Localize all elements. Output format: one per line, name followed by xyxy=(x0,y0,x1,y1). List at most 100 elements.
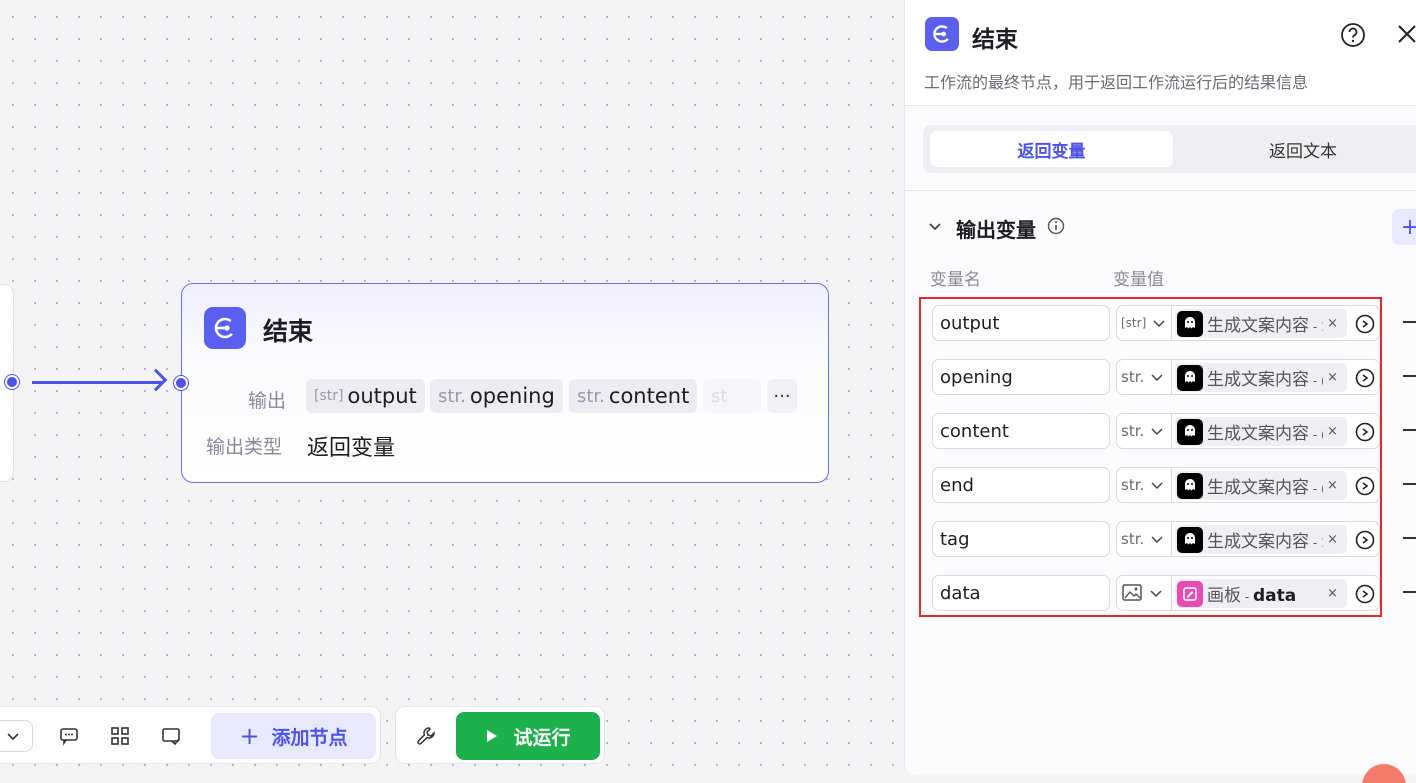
clear-reference-icon[interactable]: × xyxy=(1327,478,1338,493)
zoom-dropdown[interactable] xyxy=(0,720,33,752)
remove-variable-button[interactable] xyxy=(1403,429,1416,431)
more-outputs-button[interactable]: ··· xyxy=(767,379,797,413)
clear-reference-icon[interactable]: × xyxy=(1327,370,1338,385)
clear-reference-icon[interactable]: × xyxy=(1327,532,1338,547)
help-icon[interactable] xyxy=(1340,22,1366,52)
variable-name-input[interactable]: content xyxy=(932,413,1110,449)
variable-value-reference[interactable]: 生成文案内容 - ( × xyxy=(1172,359,1380,395)
variable-picker-icon[interactable] xyxy=(1354,475,1376,501)
variable-value-reference[interactable]: 生成文案内容 - ( × xyxy=(1172,467,1380,503)
chevron-down-icon[interactable] xyxy=(927,218,943,238)
variable-picker-icon[interactable] xyxy=(1354,583,1376,609)
reference-chip: 画板 - data × xyxy=(1175,579,1347,608)
play-icon xyxy=(487,730,498,742)
variable-name-input[interactable]: data xyxy=(932,575,1110,611)
variable-value-reference[interactable]: 生成文案内容 - 1 × xyxy=(1172,521,1380,557)
variable-type-select[interactable]: str. xyxy=(1116,413,1172,449)
variable-value-reference[interactable]: 生成文案内容 - ( × xyxy=(1172,413,1380,449)
ghost-icon xyxy=(1177,526,1203,553)
column-header-name: 变量名 xyxy=(930,270,981,290)
chevron-down-icon xyxy=(1151,482,1163,490)
tab-return-text[interactable]: 返回文本 xyxy=(1183,131,1416,167)
clear-reference-icon[interactable]: × xyxy=(1327,316,1338,331)
comment-icon[interactable] xyxy=(58,725,80,747)
reference-chip: 生成文案内容 - ( × xyxy=(1175,471,1347,500)
variable-row: output [str] 生成文案内容 - 1 × xyxy=(921,299,1416,353)
ghost-icon xyxy=(1177,472,1203,499)
reference-chip: 生成文案内容 - ( × xyxy=(1175,363,1347,392)
chevron-down-icon xyxy=(1153,320,1165,328)
previous-node-output-port[interactable] xyxy=(5,375,19,389)
chevron-down-icon xyxy=(1151,536,1163,544)
chevron-down-icon xyxy=(1150,590,1162,598)
variable-name-input[interactable]: tag xyxy=(932,521,1110,557)
chevron-down-icon xyxy=(1151,374,1163,382)
output-tag-faded: st xyxy=(703,379,761,413)
chevron-down-icon xyxy=(1151,428,1163,436)
end-node-title: 结束 xyxy=(263,317,314,346)
reference-chip: 生成文案内容 - 1 × xyxy=(1175,525,1347,554)
column-header-value: 变量值 xyxy=(1113,270,1164,290)
end-node-icon xyxy=(925,17,959,51)
remove-variable-button[interactable] xyxy=(1403,375,1416,377)
output-tag-opening: str. opening xyxy=(430,379,563,413)
reference-chip: 生成文案内容 - 1 × xyxy=(1175,309,1347,338)
remove-variable-button[interactable] xyxy=(1403,321,1416,323)
close-icon[interactable] xyxy=(1395,22,1416,50)
variable-type-select[interactable]: [str] xyxy=(1116,305,1172,341)
output-type-label: 输出类型 xyxy=(206,436,283,458)
variable-row: opening str. 生成文案内容 - ( × xyxy=(921,353,1416,407)
variable-row: data 画板 - data × xyxy=(921,569,1416,623)
variable-row: tag str. 生成文案内容 - 1 × xyxy=(921,515,1416,569)
output-type-value: 返回变量 xyxy=(307,436,396,461)
add-node-button[interactable]: + 添加节点 xyxy=(211,713,376,759)
clear-reference-icon[interactable]: × xyxy=(1327,586,1338,601)
panel-description: 工作流的最终节点，用于返回工作流运行后的结果信息 xyxy=(924,73,1309,92)
add-variable-button[interactable]: + xyxy=(1392,209,1416,245)
remove-variable-button[interactable] xyxy=(1403,591,1416,593)
ghost-icon xyxy=(1177,364,1203,391)
ghost-icon xyxy=(1177,418,1203,445)
section-title: 输出变量 xyxy=(956,218,1036,242)
output-tag-content: str. content xyxy=(569,379,698,413)
reference-chip: 生成文案内容 - ( × xyxy=(1175,417,1347,446)
plus-icon: + xyxy=(239,722,260,750)
end-node-icon xyxy=(204,307,246,349)
panel-header: 结束 工作流的最终节点，用于返回工作流运行后的结果信息 xyxy=(905,0,1416,106)
panel-title: 结束 xyxy=(972,27,1018,53)
output-tag-output: [str] output xyxy=(306,379,425,413)
output-variable-list: output [str] 生成文案内容 - 1 × xyxy=(919,297,1416,617)
connection-edge[interactable] xyxy=(32,381,162,384)
variable-type-select[interactable]: str. xyxy=(1116,359,1172,395)
output-label: 输出 xyxy=(248,390,287,412)
end-node-input-port[interactable] xyxy=(174,376,188,390)
layout-grid-icon[interactable] xyxy=(109,725,131,747)
variable-type-select[interactable]: str. xyxy=(1116,467,1172,503)
canvas-board-icon xyxy=(1177,580,1203,607)
variable-picker-icon[interactable] xyxy=(1354,529,1376,555)
test-run-button[interactable]: 试运行 xyxy=(456,712,600,760)
variable-type-select[interactable] xyxy=(1116,575,1172,611)
wrench-icon[interactable] xyxy=(415,725,437,747)
variable-value-reference[interactable]: 生成文案内容 - 1 × xyxy=(1172,305,1380,341)
variable-picker-icon[interactable] xyxy=(1354,367,1376,393)
variable-name-input[interactable]: output xyxy=(932,305,1110,341)
node-config-panel: 结束 工作流的最终节点，用于返回工作流运行后的结果信息 返回变量 返回文本 输出… xyxy=(904,0,1416,775)
variable-picker-icon[interactable] xyxy=(1354,313,1376,339)
variable-value-reference[interactable]: 画板 - data × xyxy=(1172,575,1380,611)
remove-variable-button[interactable] xyxy=(1403,537,1416,539)
tab-return-variables[interactable]: 返回变量 xyxy=(930,131,1173,167)
variable-row: end str. 生成文案内容 - ( × xyxy=(921,461,1416,515)
variable-name-input[interactable]: opening xyxy=(932,359,1110,395)
minimap-icon[interactable] xyxy=(160,725,182,747)
chevron-down-icon xyxy=(7,733,19,741)
info-icon[interactable] xyxy=(1047,217,1065,239)
end-node[interactable]: 结束 输出 [str] output str. opening str. con… xyxy=(174,283,829,483)
return-mode-tabs: 返回变量 返回文本 xyxy=(923,125,1416,173)
remove-variable-button[interactable] xyxy=(1403,483,1416,485)
variable-picker-icon[interactable] xyxy=(1354,421,1376,447)
variable-name-input[interactable]: end xyxy=(932,467,1110,503)
plus-icon: + xyxy=(1400,214,1416,240)
variable-type-select[interactable]: str. xyxy=(1116,521,1172,557)
clear-reference-icon[interactable]: × xyxy=(1327,424,1338,439)
